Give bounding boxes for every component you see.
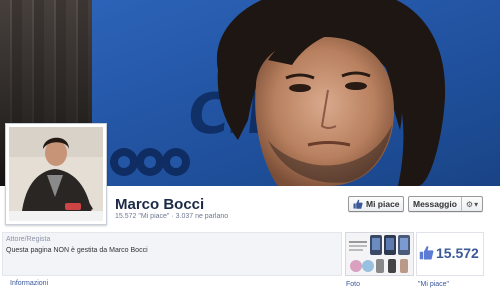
- likes-count: 15.572: [436, 245, 479, 261]
- likes-tab-label[interactable]: "Mi piace": [418, 281, 449, 288]
- page-stats: 15.572 "Mi piace" · 3.037 ne parlano: [115, 213, 229, 220]
- cover-portrait: [216, 0, 446, 186]
- chevron-down-icon: ▾: [474, 199, 479, 209]
- info-tab-link[interactable]: Informazioni: [10, 280, 48, 287]
- page-title[interactable]: Marco Bocci: [115, 196, 204, 213]
- watches-ad-image: [346, 233, 413, 275]
- message-button-group: Messaggio ⚙ ▾: [408, 196, 483, 212]
- page-description: Questa pagina NON è gestita da Marco Boc…: [6, 247, 148, 254]
- like-button[interactable]: Mi piace: [348, 196, 404, 212]
- message-button[interactable]: Messaggio: [409, 199, 461, 209]
- profile-picture[interactable]: [5, 123, 107, 225]
- like-button-label: Mi piace: [366, 199, 400, 209]
- settings-dropdown-button[interactable]: ⚙ ▾: [462, 200, 482, 209]
- thumbs-up-icon: [353, 199, 363, 209]
- about-box: [2, 232, 342, 276]
- photos-tab-thumbnail[interactable]: [345, 232, 414, 276]
- gear-icon: ⚙: [465, 199, 474, 209]
- thumbs-up-icon: [419, 246, 434, 260]
- photos-tab-label[interactable]: Foto: [346, 281, 360, 288]
- cover-logo-circles: [110, 148, 190, 176]
- page-category[interactable]: Attore/Regista: [6, 236, 50, 243]
- profile-photo-image: [9, 127, 103, 221]
